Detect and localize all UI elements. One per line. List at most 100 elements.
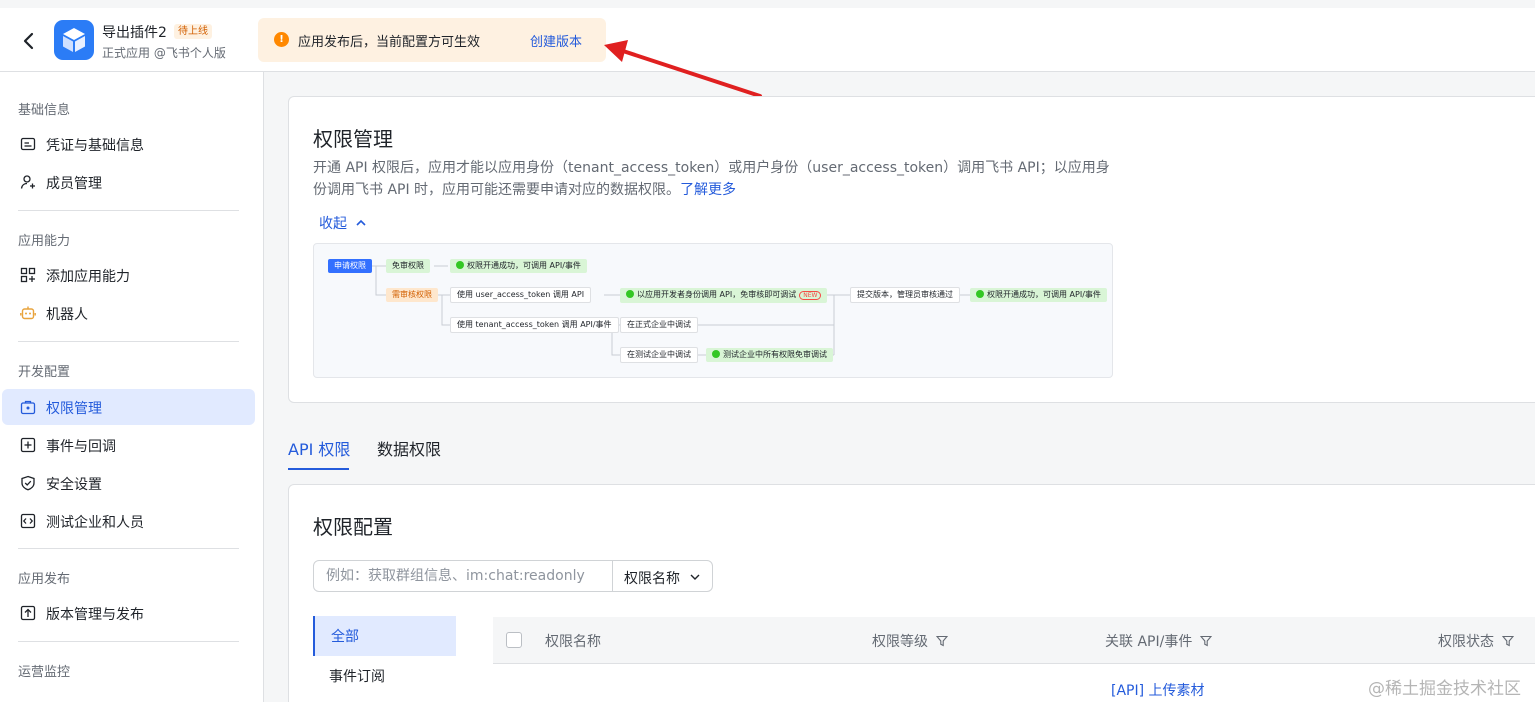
filter-icon[interactable]	[936, 635, 948, 647]
column-label: 关联 API/事件	[1105, 634, 1193, 650]
flow-node-label: 权限开通成功，可调用 API/事件	[987, 290, 1101, 299]
check-icon	[976, 290, 984, 298]
sidebar-item-label: 机器人	[46, 307, 88, 323]
tab-api-permissions[interactable]: API 权限	[288, 436, 350, 460]
search-box	[313, 560, 613, 592]
section-title: 权限配置	[313, 515, 393, 539]
sidebar-item-robot[interactable]: 机器人	[2, 295, 255, 331]
status-badge: 待上线	[174, 24, 212, 39]
flow-node-label: 测试企业中所有权限免审调试	[723, 350, 827, 359]
category-event-subscription[interactable]: 事件订阅	[313, 656, 456, 696]
new-badge: NEW	[799, 291, 822, 300]
collapse-toggle[interactable]: 收起	[319, 213, 367, 233]
collapse-label: 收起	[319, 216, 347, 232]
category-label: 事件订阅	[329, 669, 385, 685]
sidebar-item-credentials[interactable]: 凭证与基础信息	[2, 126, 255, 162]
sidebar-item-add-capability[interactable]: 添加应用能力	[2, 257, 255, 293]
sidebar-item-permissions[interactable]: 权限管理	[2, 389, 255, 425]
learn-more-link[interactable]: 了解更多	[680, 182, 736, 198]
api-link-upload-media[interactable]: [API] 上传素材	[1111, 680, 1205, 700]
back-arrow-icon[interactable]	[18, 30, 40, 52]
flow-node-label: 以应用开发者身份调用 API，免审核即可调试	[637, 290, 797, 299]
credential-icon	[20, 137, 36, 151]
flow-node-dev-identity: 以应用开发者身份调用 API，免审核即可调试 NEW	[620, 288, 828, 303]
tab-data-permissions[interactable]: 数据权限	[377, 436, 441, 460]
column-label: 权限状态	[1438, 634, 1494, 650]
member-add-icon	[20, 175, 35, 189]
sidebar-item-label: 安全设置	[46, 477, 102, 493]
sidebar-item-label: 测试企业和人员	[46, 515, 144, 531]
permission-intro-card: 权限管理 开通 API 权限后，应用才能以应用身份（tenant_access_…	[288, 96, 1535, 403]
divider	[18, 548, 239, 549]
sidebar-item-label: 权限管理	[46, 401, 102, 417]
sidebar-item-label: 成员管理	[46, 176, 102, 192]
robot-icon	[20, 306, 36, 320]
sidebar-item-versions[interactable]: 版本管理与发布	[2, 595, 255, 631]
apps-grid-icon	[20, 267, 36, 283]
flow-node-test: 在测试企业中调试	[620, 347, 698, 363]
flow-node-apply: 申请权限	[328, 259, 372, 273]
flow-node-tenant-token: 使用 tenant_access_token 调用 API/事件	[450, 317, 619, 333]
flow-node-success-2: 权限开通成功，可调用 API/事件	[970, 288, 1107, 302]
filter-icon[interactable]	[1200, 635, 1213, 647]
sidebar-item-label: 添加应用能力	[46, 269, 130, 285]
flow-node-formal: 在正式企业中调试	[620, 317, 698, 333]
app-subtitle: 正式应用 @飞书个人版	[102, 46, 226, 60]
flow-node-free: 免审权限	[386, 259, 430, 273]
app-name: 导出插件2	[102, 25, 167, 41]
sidebar-item-label: 凭证与基础信息	[46, 138, 144, 154]
table-header: 权限名称 权限等级 关联 API/事件 权限状态	[493, 617, 1535, 664]
upload-icon	[20, 605, 36, 621]
column-header-level: 权限等级	[872, 631, 948, 651]
column-label: 权限名称	[545, 634, 601, 650]
flow-node-label: 权限开通成功，可调用 API/事件	[467, 261, 581, 270]
sidebar-item-security[interactable]: 安全设置	[2, 465, 255, 501]
active-tab-indicator	[288, 468, 349, 470]
flow-node-success: 权限开通成功，可调用 API/事件	[450, 259, 587, 273]
group-basic-info: 基础信息	[18, 103, 71, 118]
group-capabilities: 应用能力	[18, 234, 71, 249]
permission-config-card: 权限配置 权限名称 全部 事件订阅 权限名称 权限等级 关联 API/事件 权限…	[288, 484, 1535, 702]
column-header-status: 权限状态	[1438, 631, 1514, 651]
flow-node-submit: 提交版本，管理员审核通过	[850, 287, 960, 303]
sidebar: 基础信息 凭证与基础信息 成员管理 应用能力 添加应用能力 机器人 开发配置 权…	[0, 72, 264, 702]
notice-text: 应用发布后，当前配置方可生效	[298, 35, 481, 50]
sidebar-item-events[interactable]: 事件与回调	[2, 427, 255, 463]
search-field-select[interactable]: 权限名称	[612, 560, 713, 592]
category-all[interactable]: 全部	[313, 616, 456, 656]
warning-icon: !	[274, 32, 289, 47]
divider	[18, 210, 239, 211]
permission-description: 开通 API 权限后，应用才能以应用身份（tenant_access_token…	[313, 157, 1113, 201]
page-title: 权限管理	[313, 127, 393, 151]
code-icon	[20, 513, 36, 529]
shield-icon	[21, 475, 35, 491]
divider	[18, 341, 239, 342]
column-header-api: 关联 API/事件	[1105, 631, 1213, 651]
check-icon	[712, 350, 720, 358]
group-release: 应用发布	[18, 572, 71, 587]
permission-flow-diagram: 申请权限 免审权限 权限开通成功，可调用 API/事件 需审核权限 使用 use…	[313, 243, 1113, 378]
chevron-down-icon	[690, 574, 700, 580]
flow-node-user-token: 使用 user_access_token 调用 API	[450, 287, 592, 303]
flow-node-needs-review: 需审核权限	[386, 288, 438, 302]
group-monitoring: 运营监控	[18, 665, 71, 680]
sidebar-item-label: 事件与回调	[46, 439, 116, 455]
app-cube-icon	[54, 20, 94, 60]
permission-icon	[20, 400, 36, 415]
sidebar-item-test-tenants[interactable]: 测试企业和人员	[2, 503, 255, 539]
search-input[interactable]	[326, 561, 606, 591]
select-all-checkbox[interactable]	[506, 632, 522, 648]
check-icon	[626, 290, 634, 298]
sidebar-item-label: 版本管理与发布	[46, 607, 144, 623]
filter-icon[interactable]	[1502, 635, 1514, 647]
watermark: @稀土掘金技术社区	[1368, 679, 1521, 699]
select-value: 权限名称	[624, 571, 680, 587]
column-header-name: 权限名称	[545, 631, 601, 651]
divider	[18, 641, 239, 642]
sidebar-item-members[interactable]: 成员管理	[2, 164, 255, 200]
column-label: 权限等级	[872, 634, 928, 650]
category-label: 全部	[331, 629, 359, 645]
create-version-link[interactable]: 创建版本	[530, 31, 582, 50]
chevron-up-icon	[356, 219, 367, 226]
check-icon	[456, 261, 464, 269]
